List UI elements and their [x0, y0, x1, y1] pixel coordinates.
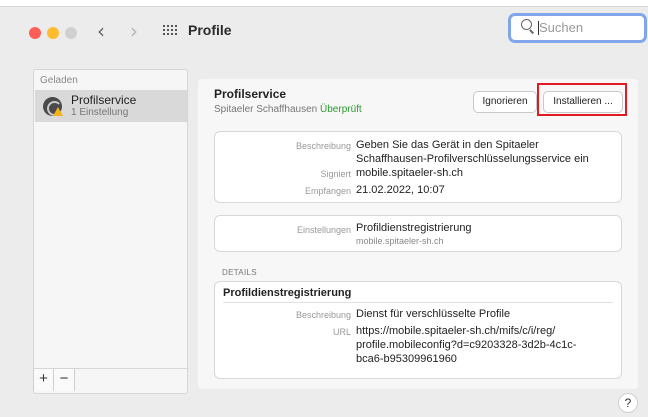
search-icon — [521, 19, 534, 32]
settings-value: Profildienstregistrierung — [356, 222, 472, 234]
profile-title: Profilservice — [214, 87, 287, 101]
show-all-grid-icon[interactable] — [163, 25, 178, 38]
received-label: Empfangen — [304, 186, 351, 196]
warning-badge-icon — [53, 107, 63, 116]
back-chevron-icon[interactable]: ‹ — [97, 21, 105, 41]
sidebar-item-profilservice[interactable]: Profilservice 1 Einstellung — [35, 90, 187, 122]
details-heading: DETAILS — [222, 268, 257, 277]
signed-label: Signiert — [320, 169, 351, 179]
sidebar-item-subtitle: 1 Einstellung — [71, 107, 129, 118]
details-description-label: Beschreibung — [295, 310, 351, 320]
settings-sub: mobile.spitaeler-sh.ch — [356, 236, 444, 246]
system-preferences-window: ‹ › Profile Suchen Geladen Profilservice… — [0, 6, 648, 417]
profiles-sidebar: Geladen Profilservice 1 Einstellung — [33, 69, 188, 394]
profile-info-box: Beschreibung Geben Sie das Gerät in den … — [214, 131, 622, 203]
remove-profile-button[interactable]: − — [54, 369, 75, 391]
sidebar-footer: + − — [33, 368, 188, 392]
settings-box: Einstellungen Profildienstregistrierung … — [214, 215, 622, 252]
signed-value: mobile.spitaeler-sh.ch — [356, 167, 463, 179]
profile-organization: Spitaeler Schaffhausen — [214, 104, 318, 115]
details-box: Profildienstregistrierung Beschreibung D… — [214, 281, 622, 379]
url-label: URL — [332, 327, 351, 337]
description-value-line1: Geben Sie das Gerät in den Spitaeler — [356, 139, 539, 151]
title-bar: ‹ › Profile Suchen — [0, 7, 648, 51]
received-value: 21.02.2022, 10:07 — [356, 184, 445, 196]
profile-organization-line: Spitaeler Schaffhausen Überprüft — [214, 104, 362, 115]
close-window-button[interactable] — [29, 27, 41, 39]
settings-label: Einstellungen — [296, 225, 351, 235]
window-title: Profile — [188, 22, 232, 38]
url-value-line3: bca6-b95309961960 — [356, 353, 457, 365]
verified-status: Überprüft — [320, 104, 362, 115]
search-field[interactable]: Suchen — [508, 13, 647, 43]
install-highlight-frame — [537, 83, 627, 116]
description-label: Beschreibung — [295, 141, 351, 151]
sidebar-section-label: Geladen — [40, 75, 78, 86]
add-profile-button[interactable]: + — [33, 369, 54, 391]
details-description-value: Dienst für verschlüsselte Profile — [356, 308, 511, 320]
profile-detail-panel: Profilservice Spitaeler Schaffhausen Übe… — [198, 79, 638, 389]
sidebar-item-name: Profilservice — [71, 93, 137, 107]
minimize-window-button[interactable] — [47, 27, 59, 39]
help-button[interactable]: ? — [618, 393, 638, 413]
zoom-window-button[interactable] — [65, 27, 77, 39]
url-value-line1: https://mobile.spitaeler-sh.ch/mifs/c/i/… — [356, 325, 556, 337]
details-title: Profildienstregistrierung — [223, 287, 352, 299]
details-divider — [223, 302, 613, 303]
url-value-line2: profile.mobileconfig?d=c9203328-3d2b-4c1… — [356, 339, 577, 351]
ignore-button[interactable]: Ignorieren — [473, 91, 537, 113]
description-value-line2: Schaffhausen-Profilverschlüsselungsservi… — [356, 153, 589, 165]
search-placeholder: Suchen — [539, 20, 584, 35]
forward-chevron-icon[interactable]: › — [130, 21, 138, 41]
